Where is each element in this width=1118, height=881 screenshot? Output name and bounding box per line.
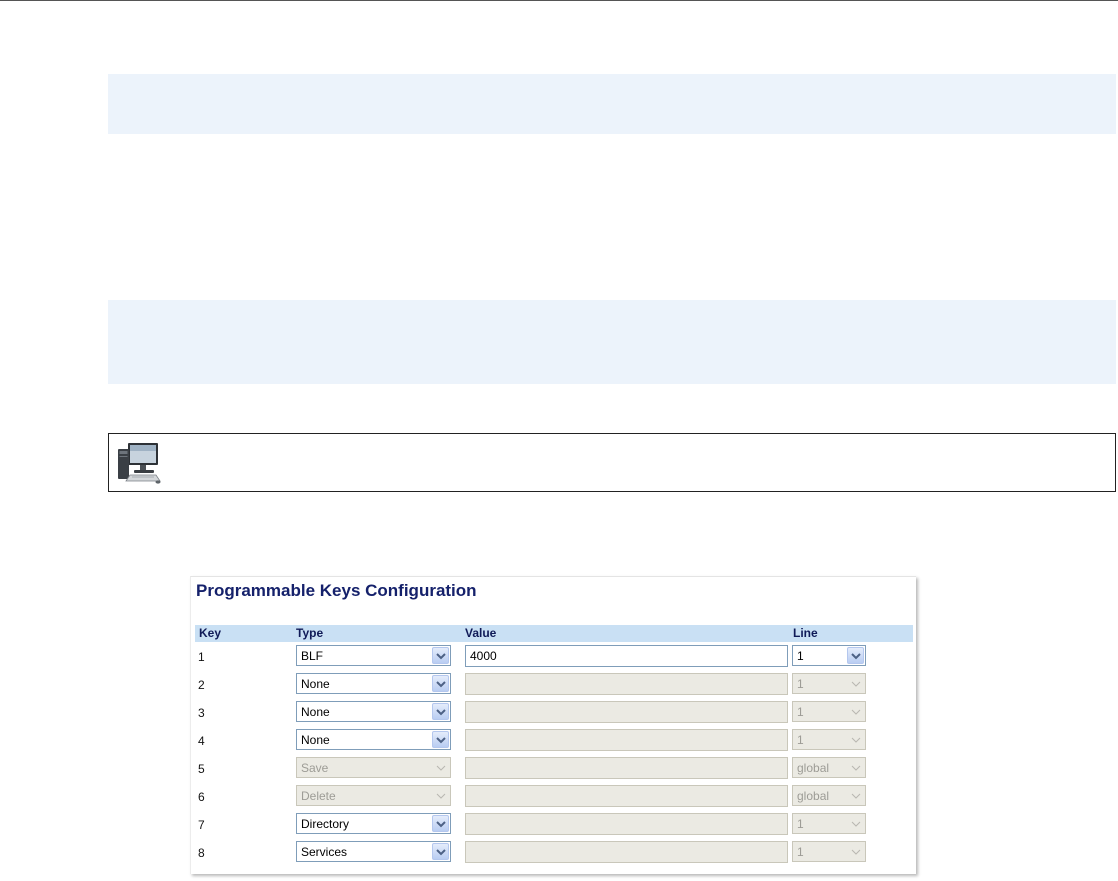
- line-select-value: 1: [797, 649, 804, 663]
- chevron-down-icon: [847, 675, 864, 692]
- type-select-value: BLF: [301, 649, 324, 663]
- table-row: 6 Delete global: [191, 785, 917, 811]
- type-select-value: Services: [301, 845, 348, 859]
- value-input: [465, 729, 788, 751]
- type-select[interactable]: None: [296, 701, 451, 722]
- chevron-down-icon[interactable]: [847, 647, 864, 664]
- type-select-value: Directory: [301, 817, 350, 831]
- chevron-down-icon: [847, 703, 864, 720]
- line-select-value: 1: [797, 845, 804, 859]
- key-number: 1: [198, 650, 205, 664]
- line-select-value: global: [797, 789, 830, 803]
- header-key: Key: [199, 626, 222, 640]
- table-row: 8 Services 1: [191, 841, 917, 867]
- table-row: 1 BLF 4000 1: [191, 645, 917, 671]
- type-select[interactable]: Directory: [296, 813, 451, 834]
- table-row: 4 None 1: [191, 729, 917, 755]
- shaded-band-middle: [108, 300, 1116, 384]
- shaded-band-top: [108, 74, 1116, 134]
- chevron-down-icon: [847, 843, 864, 860]
- line-select: global: [792, 785, 866, 806]
- chevron-down-icon[interactable]: [432, 731, 449, 748]
- chevron-down-icon[interactable]: [432, 815, 449, 832]
- line-select: 1: [792, 673, 866, 694]
- value-input: [465, 701, 788, 723]
- key-number: 2: [198, 678, 205, 692]
- key-number: 8: [198, 846, 205, 860]
- type-select: Save: [296, 757, 451, 778]
- line-select-value: 1: [797, 733, 804, 747]
- table-row: 7 Directory 1: [191, 813, 917, 839]
- type-select-value: None: [301, 733, 330, 747]
- line-select: 1: [792, 729, 866, 750]
- line-select-value: 1: [797, 817, 804, 831]
- chevron-down-icon: [432, 787, 449, 804]
- key-number: 4: [198, 734, 205, 748]
- line-select[interactable]: 1: [792, 645, 866, 666]
- line-select: 1: [792, 841, 866, 862]
- value-input-text: 4000: [470, 649, 497, 663]
- type-select-value: None: [301, 705, 330, 719]
- key-number: 7: [198, 818, 205, 832]
- header-value: Value: [465, 626, 497, 640]
- type-select-value: Delete: [301, 789, 336, 803]
- note-box: [108, 433, 1116, 492]
- chevron-down-icon: [847, 815, 864, 832]
- programmable-keys-panel: Programmable Keys Configuration Key Type…: [190, 576, 916, 874]
- chevron-down-icon[interactable]: [432, 647, 449, 664]
- line-select: global: [792, 757, 866, 778]
- line-select: 1: [792, 701, 866, 722]
- type-select[interactable]: None: [296, 673, 451, 694]
- chevron-down-icon[interactable]: [432, 703, 449, 720]
- chevron-down-icon[interactable]: [432, 843, 449, 860]
- value-input[interactable]: 4000: [465, 645, 788, 667]
- key-number: 6: [198, 790, 205, 804]
- value-input: [465, 785, 788, 807]
- type-select-value: Save: [301, 761, 329, 775]
- desktop-computer-icon: [118, 443, 161, 484]
- table-row: 5 Save global: [191, 757, 917, 783]
- panel-title: Programmable Keys Configuration: [196, 581, 477, 600]
- chevron-down-icon: [847, 731, 864, 748]
- line-select-value: global: [797, 761, 830, 775]
- table-row: 3 None 1: [191, 701, 917, 727]
- top-rule: [0, 0, 1118, 1]
- type-select[interactable]: Services: [296, 841, 451, 862]
- value-input: [465, 673, 788, 695]
- table-header: Key Type Value Line: [195, 625, 913, 642]
- value-input: [465, 757, 788, 779]
- chevron-down-icon[interactable]: [432, 675, 449, 692]
- table-row: 2 None 1: [191, 673, 917, 699]
- header-line: Line: [793, 626, 818, 640]
- line-select-value: 1: [797, 705, 804, 719]
- key-number: 5: [198, 762, 205, 776]
- type-select: Delete: [296, 785, 451, 806]
- type-select[interactable]: BLF: [296, 645, 451, 666]
- type-select[interactable]: None: [296, 729, 451, 750]
- line-select-value: 1: [797, 677, 804, 691]
- chevron-down-icon: [432, 759, 449, 776]
- chevron-down-icon: [847, 759, 864, 776]
- value-input: [465, 841, 788, 863]
- line-select: 1: [792, 813, 866, 834]
- value-input: [465, 813, 788, 835]
- type-select-value: None: [301, 677, 330, 691]
- header-type: Type: [296, 626, 324, 640]
- chevron-down-icon: [847, 787, 864, 804]
- key-number: 3: [198, 706, 205, 720]
